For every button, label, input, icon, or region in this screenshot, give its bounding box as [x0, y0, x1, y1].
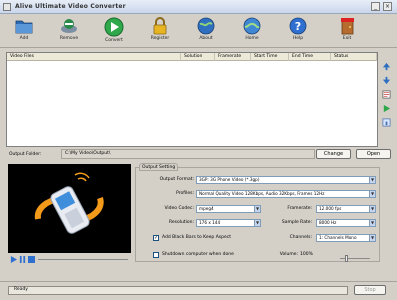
- channels-label: Channels:: [289, 235, 312, 240]
- chevron-down-icon: ▼: [369, 206, 375, 212]
- convert-button[interactable]: Convert: [92, 16, 136, 47]
- sample-rate-value: 8000 Hz: [319, 220, 337, 225]
- sample-rate-select[interactable]: 8000 Hz ▼: [316, 219, 376, 227]
- add-folder-icon: [15, 20, 33, 34]
- output-format-select[interactable]: 3GP: 3G Phone Video (*.3gp) ▼: [196, 176, 376, 184]
- add-button[interactable]: Add: [2, 16, 46, 47]
- sample-rate-label: Sample Rate:: [281, 220, 312, 225]
- output-folder-row: Output Folder: C:\My Video\Output\ Chang…: [6, 149, 394, 160]
- pause-icon[interactable]: [19, 256, 26, 263]
- status-bar: Stop: [0, 281, 397, 300]
- output-setting-tab[interactable]: Output Setting: [139, 163, 179, 171]
- properties-icon[interactable]: [382, 90, 391, 99]
- progress-bar: [8, 286, 348, 295]
- arrow-down-icon[interactable]: [382, 76, 391, 85]
- list-sidebar: [378, 56, 395, 146]
- play-icon[interactable]: [10, 256, 17, 263]
- toolbar: Add Remove Convert Register About Home ?…: [0, 14, 397, 48]
- svg-text:?: ?: [295, 20, 301, 33]
- open-button[interactable]: Open: [356, 149, 391, 159]
- exit-label: Exit: [342, 36, 352, 41]
- register-label: Register: [150, 36, 170, 41]
- column-solution[interactable]: Solution: [181, 53, 215, 61]
- play-file-icon[interactable]: [382, 104, 391, 113]
- resolution-select[interactable]: 176 x 144 ▼: [196, 219, 261, 227]
- register-button[interactable]: Register: [138, 16, 182, 47]
- phone-logo-icon: [34, 172, 104, 234]
- aspect-label: Add Black Bars to Keep Aspect: [162, 235, 232, 240]
- exit-button[interactable]: Exit: [325, 16, 369, 47]
- volume-value: 100%: [300, 252, 313, 257]
- column-start-time[interactable]: Start Time: [251, 53, 289, 61]
- framerate-select[interactable]: 12.000 fps ▼: [316, 205, 376, 213]
- file-list[interactable]: Video Files Solution Framerate Start Tim…: [6, 52, 378, 147]
- channels-select[interactable]: 1: Channels Mono ▼: [316, 234, 376, 242]
- chevron-down-icon: ▼: [369, 220, 375, 226]
- column-end-time[interactable]: End Time: [289, 53, 331, 61]
- add-label: Add: [19, 36, 29, 41]
- video-codec-label: Video Codec:: [164, 206, 194, 211]
- column-status[interactable]: Status: [331, 53, 377, 61]
- globe-home-icon: [243, 17, 261, 35]
- about-button[interactable]: About: [184, 16, 228, 47]
- output-format-value: 3GP: 3G Phone Video (*.3gp): [199, 177, 260, 182]
- app-icon: [3, 3, 11, 11]
- chevron-down-icon: ▼: [254, 220, 260, 226]
- padlock-icon: [153, 17, 167, 35]
- profiles-select[interactable]: Normal Quality Video 128Kbps, Audio 32Kb…: [196, 190, 376, 198]
- channels-value: 1: Channels Mono: [319, 235, 357, 240]
- shutdown-checkbox[interactable]: [153, 252, 159, 258]
- player-controls: [8, 256, 131, 264]
- resolution-label: Resolution:: [168, 220, 194, 225]
- output-folder-path[interactable]: C:\My Video\Output\: [61, 149, 315, 159]
- remove-button[interactable]: Remove: [47, 16, 91, 47]
- seek-slider[interactable]: [38, 259, 128, 260]
- chevron-down-icon: ▼: [254, 206, 260, 212]
- help-label: Help: [292, 36, 304, 41]
- info-icon[interactable]: [382, 118, 391, 127]
- window-title: Alive Ultimate Video Converter: [15, 3, 126, 10]
- stop-button[interactable]: Stop: [354, 285, 386, 295]
- change-button[interactable]: Change: [316, 149, 351, 159]
- profiles-label: Profiles:: [176, 191, 194, 196]
- column-video-files[interactable]: Video Files: [7, 53, 181, 61]
- framerate-label: Framerate:: [287, 206, 312, 211]
- help-icon: ?: [289, 17, 307, 35]
- help-button[interactable]: ? Help: [276, 16, 320, 47]
- globe-about-icon: [197, 17, 215, 35]
- about-label: About: [199, 36, 213, 41]
- convert-play-icon: [104, 17, 124, 37]
- video-codec-select[interactable]: mpeg4 ▼: [196, 205, 261, 213]
- remove-label: Remove: [59, 36, 79, 41]
- home-label: Home: [245, 36, 259, 41]
- resolution-value: 176 x 144: [199, 220, 221, 225]
- aspect-checkbox[interactable]: ✓: [153, 235, 159, 241]
- chevron-down-icon: ▼: [369, 235, 375, 241]
- stop-icon[interactable]: [28, 256, 35, 263]
- output-folder-label: Output Folder:: [9, 152, 42, 157]
- chevron-down-icon: ▼: [369, 177, 375, 183]
- framerate-value: 12.000 fps: [319, 206, 342, 211]
- close-button[interactable]: ×: [383, 2, 392, 11]
- video-codec-value: mpeg4: [199, 206, 214, 211]
- file-list-header: Video Files Solution Framerate Start Tim…: [7, 53, 377, 61]
- title-bar: Alive Ultimate Video Converter _ ×: [0, 0, 397, 14]
- status-text: Ready: [14, 287, 28, 292]
- arrow-up-icon[interactable]: [382, 62, 391, 71]
- minimize-button[interactable]: _: [371, 2, 380, 11]
- home-button[interactable]: Home: [230, 16, 274, 47]
- profiles-value: Normal Quality Video 128Kbps, Audio 32Kb…: [199, 191, 325, 196]
- convert-label: Convert: [105, 38, 123, 43]
- column-framerate[interactable]: Framerate: [215, 53, 251, 61]
- shutdown-label: Shutdown computer when done: [162, 252, 234, 257]
- remove-icon: [61, 19, 77, 33]
- output-format-label: Output Format:: [159, 177, 194, 182]
- video-preview: [8, 164, 131, 253]
- volume-label: Volume:: [279, 252, 298, 257]
- chevron-down-icon: ▼: [369, 191, 375, 197]
- exit-door-icon: [341, 18, 354, 35]
- volume-slider-thumb[interactable]: [345, 255, 348, 262]
